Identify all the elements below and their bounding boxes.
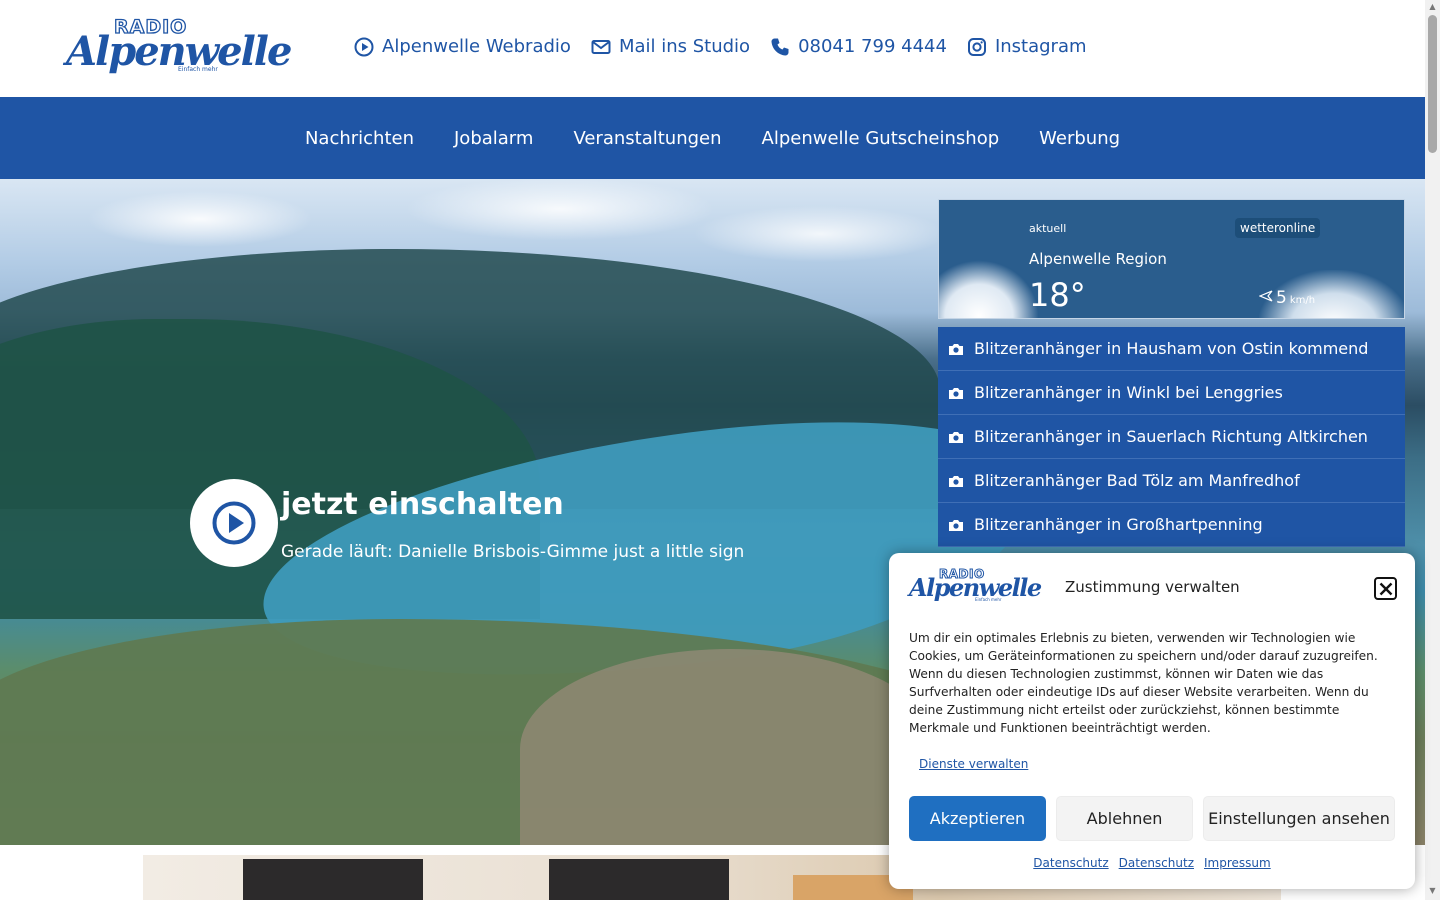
nav-item-veranstaltungen[interactable]: Veranstaltungen (573, 128, 721, 149)
list-item[interactable]: Blitzeranhänger Bad Tölz am Manfredhof (938, 459, 1405, 503)
instagram-icon (967, 37, 986, 56)
weather-region: Alpenwelle Region (1029, 250, 1167, 268)
webradio-link-label: Alpenwelle Webradio (382, 36, 571, 57)
deny-button[interactable]: Ablehnen (1056, 796, 1193, 841)
privacy-link[interactable]: Datenschutz (1033, 856, 1108, 870)
list-item[interactable]: Blitzeranhänger in Winkl bei Lenggries (938, 371, 1405, 415)
accept-button[interactable]: Akzeptieren (909, 796, 1046, 841)
imprint-link[interactable]: Impressum (1204, 856, 1271, 870)
nav-item-gutscheinshop[interactable]: Alpenwelle Gutscheinshop (762, 128, 1000, 149)
page-scrollbar[interactable]: ▲ ▼ (1425, 0, 1440, 900)
camera-icon (949, 475, 963, 487)
scroll-up-arrow-icon[interactable]: ▲ (1428, 2, 1437, 11)
consent-logo: RADIO Alpenwelle Einfach mehr (909, 567, 1042, 603)
list-item-label: Blitzeranhänger in Hausham von Ostin kom… (974, 339, 1369, 358)
view-preferences-button[interactable]: Einstellungen ansehen (1203, 796, 1395, 841)
camera-icon (949, 431, 963, 443)
scroll-down-arrow-icon[interactable]: ▼ (1428, 886, 1437, 895)
weather-provider-logo: wetteronline (1235, 218, 1321, 238)
wind-speed: 5 (1276, 288, 1287, 308)
close-icon (1379, 582, 1392, 595)
phone-link[interactable]: 08041 799 4444 (770, 36, 947, 57)
phone-icon (771, 38, 789, 55)
camera-icon (949, 519, 963, 531)
list-item-label: Blitzeranhänger in Großhartpenning (974, 515, 1263, 534)
weather-wind: 5 km/h (1259, 288, 1315, 308)
speed-camera-list: Blitzeranhänger in Hausham von Ostin kom… (938, 327, 1405, 547)
weather-temperature: 18° (1029, 276, 1086, 314)
teaser-bag (243, 859, 423, 900)
nav-item-nachrichten[interactable]: Nachrichten (305, 128, 414, 149)
cookie-consent-dialog: RADIO Alpenwelle Einfach mehr Zustimmung… (889, 553, 1415, 889)
now-playing-text: Gerade läuft: Danielle Brisbois-Gimme ju… (281, 542, 745, 562)
live-stream-title: jetzt einschalten (281, 487, 564, 522)
list-item-label: Blitzeranhänger in Winkl bei Lenggries (974, 383, 1283, 402)
weather-widget[interactable]: aktuell wetteronline Alpenwelle Region 1… (938, 199, 1405, 319)
instagram-link-label: Instagram (994, 36, 1087, 57)
teaser-bag (549, 859, 729, 900)
consent-title: Zustimmung verwalten (1065, 578, 1240, 596)
mail-studio-link[interactable]: Mail ins Studio (591, 36, 750, 57)
manage-services-link[interactable]: Dienste verwalten (919, 757, 1028, 771)
camera-icon (949, 343, 963, 355)
play-circle-icon (212, 501, 256, 545)
list-item-label: Blitzeranhänger in Sauerlach Richtung Al… (974, 427, 1368, 446)
weather-cloud-left (939, 260, 1039, 318)
play-button[interactable] (190, 479, 278, 567)
consent-close-button[interactable] (1374, 577, 1397, 600)
list-item[interactable]: Blitzeranhänger in Sauerlach Richtung Al… (938, 415, 1405, 459)
play-circle-icon (354, 37, 374, 56)
scrollbar-thumb[interactable] (1428, 15, 1437, 153)
instagram-link[interactable]: Instagram (967, 36, 1087, 57)
nav-item-werbung[interactable]: Werbung (1039, 128, 1120, 149)
main-navigation: Nachrichten Jobalarm Veranstaltungen Alp… (0, 97, 1425, 179)
consent-logo-tagline: Einfach mehr (975, 597, 1002, 602)
webradio-link[interactable]: Alpenwelle Webradio (354, 36, 571, 57)
nav-item-jobalarm[interactable]: Jobalarm (454, 128, 533, 149)
list-item-label: Blitzeranhänger Bad Tölz am Manfredhof (974, 471, 1300, 490)
site-logo[interactable]: RADIO Alpenwelle Einfach mehr (66, 15, 292, 78)
mail-studio-link-label: Mail ins Studio (618, 36, 751, 57)
consent-footer-links: Datenschutz Datenschutz Impressum (889, 856, 1415, 870)
hero-town (520, 649, 940, 845)
list-item[interactable]: Blitzeranhänger in Hausham von Ostin kom… (938, 327, 1405, 371)
envelope-icon (591, 39, 611, 54)
wind-direction-icon (1259, 290, 1273, 302)
consent-description: Um dir ein optimales Erlebnis zu bieten,… (909, 631, 1378, 735)
wind-unit: km/h (1289, 295, 1316, 306)
camera-icon (949, 387, 963, 399)
logo-tagline: Einfach mehr (178, 66, 218, 73)
list-item[interactable]: Blitzeranhänger in Großhartpenning (938, 503, 1405, 547)
weather-current-label: aktuell (1029, 222, 1067, 235)
header-links: Alpenwelle Webradio Mail ins Studio 0804… (354, 36, 1087, 57)
phone-link-label: 08041 799 4444 (798, 36, 947, 57)
site-header: RADIO Alpenwelle Einfach mehr Alpenwelle… (0, 0, 1425, 97)
privacy-link-secondary[interactable]: Datenschutz (1119, 856, 1194, 870)
